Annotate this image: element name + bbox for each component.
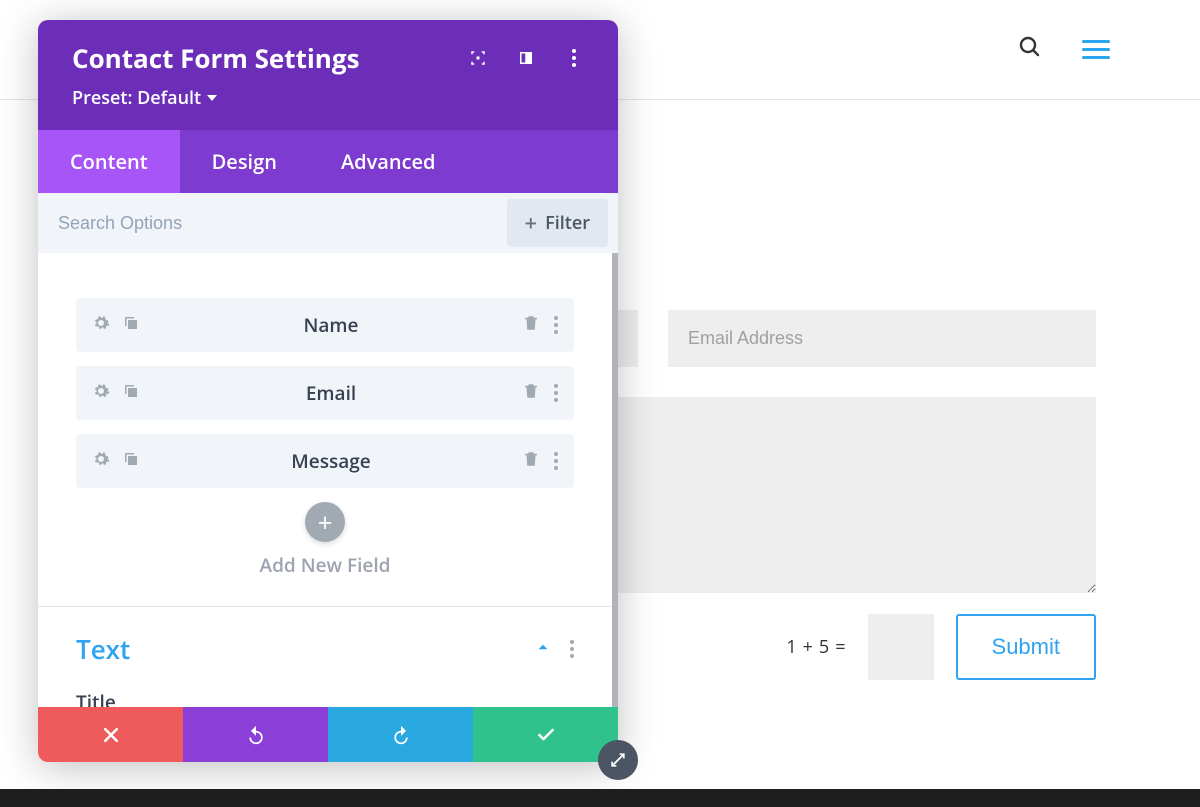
save-button[interactable]	[473, 707, 618, 762]
filter-label: Filter	[545, 211, 590, 235]
collapse-icon[interactable]	[534, 638, 552, 661]
field-label: Name	[152, 312, 510, 338]
field-item-name[interactable]: Name	[76, 298, 574, 352]
trash-icon[interactable]	[522, 314, 540, 337]
captcha-eq: =	[835, 635, 845, 659]
field-more-icon[interactable]	[554, 316, 558, 334]
captcha-a: 1	[786, 635, 796, 659]
header-more-icon[interactable]	[564, 48, 584, 68]
gear-icon[interactable]	[92, 450, 110, 473]
close-button[interactable]	[38, 707, 183, 762]
add-field-label: Add New Field	[76, 552, 574, 578]
field-item-message[interactable]: Message	[76, 434, 574, 488]
filter-button[interactable]: + Filter	[507, 199, 608, 247]
search-icon[interactable]	[1018, 35, 1042, 64]
undo-button[interactable]	[183, 707, 328, 762]
field-label: Message	[152, 448, 510, 474]
trash-icon[interactable]	[522, 382, 540, 405]
text-section: Text Title	[38, 607, 612, 707]
panel-footer	[38, 707, 618, 762]
duplicate-icon[interactable]	[122, 382, 140, 405]
bottom-bar	[0, 789, 1200, 807]
gear-icon[interactable]	[92, 382, 110, 405]
field-more-icon[interactable]	[554, 384, 558, 402]
captcha-answer-input[interactable]	[868, 614, 934, 680]
email-input[interactable]	[668, 310, 1096, 367]
captcha-question: 1 + 5 =	[786, 635, 845, 659]
text-section-heading[interactable]: Text	[76, 631, 130, 667]
panel-title: Contact Form Settings	[72, 40, 360, 76]
resize-handle[interactable]	[598, 740, 638, 780]
hamburger-menu-icon[interactable]	[1082, 40, 1110, 59]
preset-label: Preset: Default	[72, 86, 201, 110]
caret-down-icon	[207, 95, 217, 101]
redo-button[interactable]	[328, 707, 473, 762]
field-label: Email	[152, 380, 510, 406]
field-more-icon[interactable]	[554, 452, 558, 470]
tab-advanced[interactable]: Advanced	[309, 130, 468, 193]
options-search-row: + Filter	[38, 193, 618, 253]
submit-button[interactable]: Submit	[956, 614, 1096, 680]
section-more-icon[interactable]	[570, 640, 574, 658]
duplicate-icon[interactable]	[122, 314, 140, 337]
captcha-b: 5	[819, 635, 829, 659]
gear-icon[interactable]	[92, 314, 110, 337]
add-new-field: + Add New Field	[76, 502, 574, 578]
add-field-button[interactable]: +	[305, 502, 345, 542]
snap-icon[interactable]	[468, 48, 488, 68]
fields-section: Name Email	[38, 253, 612, 607]
settings-panel: Contact Form Settings Preset: Default Co…	[38, 20, 618, 762]
responsive-view-icon[interactable]	[516, 48, 536, 68]
panel-body[interactable]: Name Email	[38, 253, 618, 707]
panel-header[interactable]: Contact Form Settings Preset: Default	[38, 20, 618, 130]
preset-dropdown[interactable]: Preset: Default	[72, 86, 584, 122]
field-item-email[interactable]: Email	[76, 366, 574, 420]
tab-design[interactable]: Design	[180, 130, 309, 193]
search-options-input[interactable]	[38, 197, 507, 250]
duplicate-icon[interactable]	[122, 450, 140, 473]
tab-content[interactable]: Content	[38, 130, 180, 193]
captcha-op: +	[803, 635, 813, 659]
settings-tabs: Content Design Advanced	[38, 130, 618, 193]
plus-icon: +	[525, 212, 538, 234]
trash-icon[interactable]	[522, 450, 540, 473]
title-field-label: Title	[76, 689, 574, 707]
